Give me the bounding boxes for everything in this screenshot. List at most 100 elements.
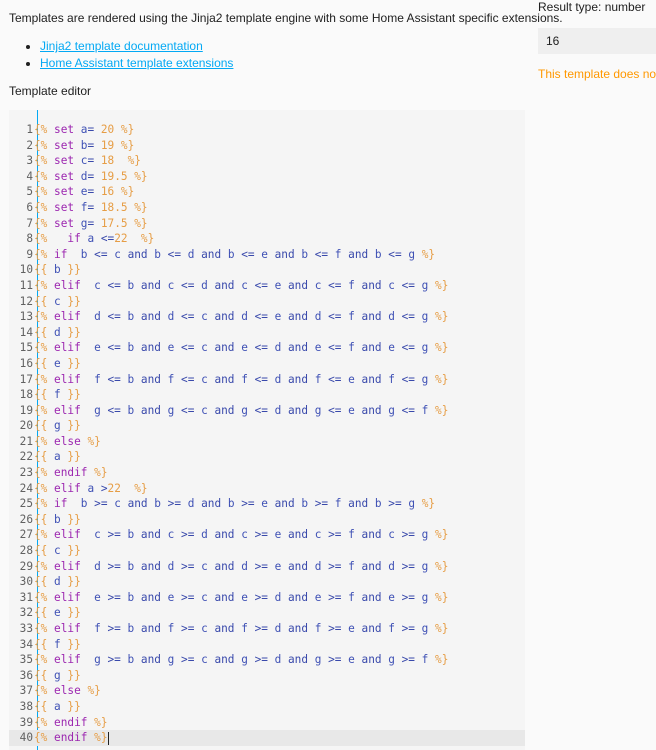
code-text: {{ e }}: [34, 356, 81, 370]
code-line[interactable]: 38{{ a }}: [9, 699, 525, 715]
code-text: {{ g }}: [34, 668, 81, 682]
code-text: {% set f= 18.5 %}: [34, 200, 148, 214]
code-line[interactable]: 39 {% endif %}: [9, 715, 525, 731]
code-area[interactable]: 1 {% set a= 20 %} 2 {% set b= 19 %} 3 {% set …: [9, 122, 525, 746]
code-line[interactable]: 23 {% endif %}: [9, 465, 525, 481]
code-line[interactable]: 16{{ e }}: [9, 356, 525, 372]
code-line[interactable]: 13 {% elif d <= b and d <= c and d <= e a…: [9, 309, 525, 325]
code-text: {{ b }}: [34, 263, 81, 277]
code-line[interactable]: 11 {% elif c <= b and c <= d and c <= e a…: [9, 278, 525, 294]
code-text: {% elif c <= b and c <= d and c <= e and…: [34, 278, 449, 292]
listener-warning: This template does not l: [538, 67, 656, 81]
code-line[interactable]: 15 {% elif e <= b and e <= c and e <= d a…: [9, 340, 525, 356]
code-text: {% elif f <= b and f <= c and f <= d and…: [34, 372, 449, 386]
result-type-label: Result type: number: [538, 0, 646, 14]
code-line[interactable]: 10{{ b }}: [9, 262, 525, 278]
code-text: {% else %}: [34, 434, 101, 448]
line-number: 29: [19, 559, 33, 573]
code-text: {% set g= 17.5 %}: [34, 216, 148, 230]
line-number: 11: [19, 278, 33, 292]
code-line[interactable]: 27 {% elif c >= b and c >= d and c >= e a…: [9, 527, 525, 543]
code-line[interactable]: 21 {% else %}: [9, 434, 525, 450]
code-text: {% endif %}: [34, 731, 109, 745]
line-number: 40: [19, 731, 33, 745]
line-number: 30: [19, 575, 33, 589]
code-line[interactable]: 4 {% set d= 19.5 %}: [9, 169, 525, 185]
code-line[interactable]: 8 {% if a <=22 %}: [9, 231, 525, 247]
line-number: 15: [19, 341, 33, 355]
code-line[interactable]: 5 {% set e= 16 %}: [9, 184, 525, 200]
line-number: 23: [19, 466, 33, 480]
code-line[interactable]: 19 {% elif g <= b and g <= c and g <= d a…: [9, 403, 525, 419]
line-number: 12: [19, 294, 33, 308]
code-line[interactable]: 1 {% set a= 20 %}: [9, 122, 525, 138]
line-number: 13: [19, 310, 33, 324]
code-text: {{ f }}: [34, 637, 81, 651]
code-text: {{ a }}: [34, 450, 81, 464]
line-number: 19: [19, 403, 33, 417]
template-editor[interactable]: 1 {% set a= 20 %} 2 {% set b= 19 %} 3 {% set …: [9, 110, 525, 750]
code-line[interactable]: 40 {% endif %}: [9, 730, 525, 746]
code-line[interactable]: 14{{ d }}: [9, 325, 525, 341]
code-text: {% set a= 20 %}: [34, 123, 135, 136]
line-number: 20: [19, 419, 33, 433]
code-text: {% elif g <= b and g <= c and g <= d and…: [34, 403, 449, 417]
line-number: 16: [19, 356, 33, 370]
code-line[interactable]: 33 {% elif f >= b and f >= c and f >= d a…: [9, 621, 525, 637]
code-text: {{ d }}: [34, 575, 81, 589]
code-text: {{ g }}: [34, 419, 81, 433]
code-text: {% elif g >= b and g >= c and g >= d and…: [34, 653, 449, 667]
code-text: {{ f }}: [34, 388, 81, 402]
result-value: 16: [538, 28, 656, 54]
line-number: 8: [26, 232, 33, 246]
line-number: 34: [19, 637, 33, 651]
code-line[interactable]: 32{{ e }}: [9, 605, 525, 621]
code-line[interactable]: 9 {% if b <= c and b <= d and b <= e and …: [9, 247, 525, 263]
line-number: 7: [26, 216, 33, 230]
doc-link-item: Home Assistant template extensions: [40, 55, 233, 72]
code-text: {% else %}: [34, 684, 101, 698]
line-number: 28: [19, 544, 33, 558]
line-number: 1: [26, 123, 33, 136]
ha-template-extensions-link[interactable]: Home Assistant template extensions: [40, 56, 233, 70]
line-number: 22: [19, 450, 33, 464]
code-text: {% elif c >= b and c >= d and c >= e and…: [34, 528, 449, 542]
code-line[interactable]: 28{{ c }}: [9, 543, 525, 559]
code-line[interactable]: 7 {% set g= 17.5 %}: [9, 216, 525, 232]
line-number: 5: [26, 185, 33, 199]
line-number: 33: [19, 622, 33, 635]
line-number: 2: [26, 138, 33, 152]
line-number: 32: [19, 606, 33, 620]
code-text: {% set e= 16 %}: [34, 185, 135, 199]
code-line[interactable]: 12{{ c }}: [9, 294, 525, 310]
code-text: {% set b= 19 %}: [34, 138, 135, 152]
code-line[interactable]: 31 {% elif e >= b and e >= c and e >= d a…: [9, 590, 525, 606]
code-text: {{ c }}: [34, 294, 81, 308]
code-line[interactable]: 25 {% if b >= c and b >= d and b >= e and…: [9, 496, 525, 512]
code-text: {{ d }}: [34, 325, 81, 339]
code-text: {% elif d <= b and d <= c and d <= e and…: [34, 310, 449, 324]
code-line[interactable]: 22{{ a }}: [9, 449, 525, 465]
code-line[interactable]: 26{{ b }}: [9, 512, 525, 528]
code-line[interactable]: 30{{ d }}: [9, 574, 525, 590]
code-line[interactable]: 37 {% else %}: [9, 683, 525, 699]
code-text: {% endif %}: [34, 466, 108, 480]
line-number: 26: [19, 512, 33, 526]
code-text: {{ c }}: [34, 544, 81, 558]
code-line[interactable]: 34{{ f }}: [9, 637, 525, 653]
line-number: 36: [19, 668, 33, 682]
jinja2-docs-link[interactable]: Jinja2 template documentation: [40, 39, 203, 53]
code-line[interactable]: 20{{ g }}: [9, 418, 525, 434]
code-line[interactable]: 6 {% set f= 18.5 %}: [9, 200, 525, 216]
code-line[interactable]: 35 {% elif g >= b and g >= c and g >= d a…: [9, 652, 525, 668]
code-line[interactable]: 36{{ g }}: [9, 668, 525, 684]
code-line[interactable]: 24 {% elif a >22 %}: [9, 481, 525, 497]
line-number: 31: [19, 590, 33, 604]
code-line[interactable]: 29 {% elif d >= b and d >= c and d >= e a…: [9, 559, 525, 575]
code-line[interactable]: 2 {% set b= 19 %}: [9, 138, 525, 154]
code-line[interactable]: 18{{ f }}: [9, 387, 525, 403]
code-line[interactable]: 17 {% elif f <= b and f <= c and f <= d a…: [9, 372, 525, 388]
template-editor-label: Template editor: [9, 84, 92, 98]
line-number: 14: [19, 325, 33, 339]
code-line[interactable]: 3 {% set c= 18 %}: [9, 153, 525, 169]
